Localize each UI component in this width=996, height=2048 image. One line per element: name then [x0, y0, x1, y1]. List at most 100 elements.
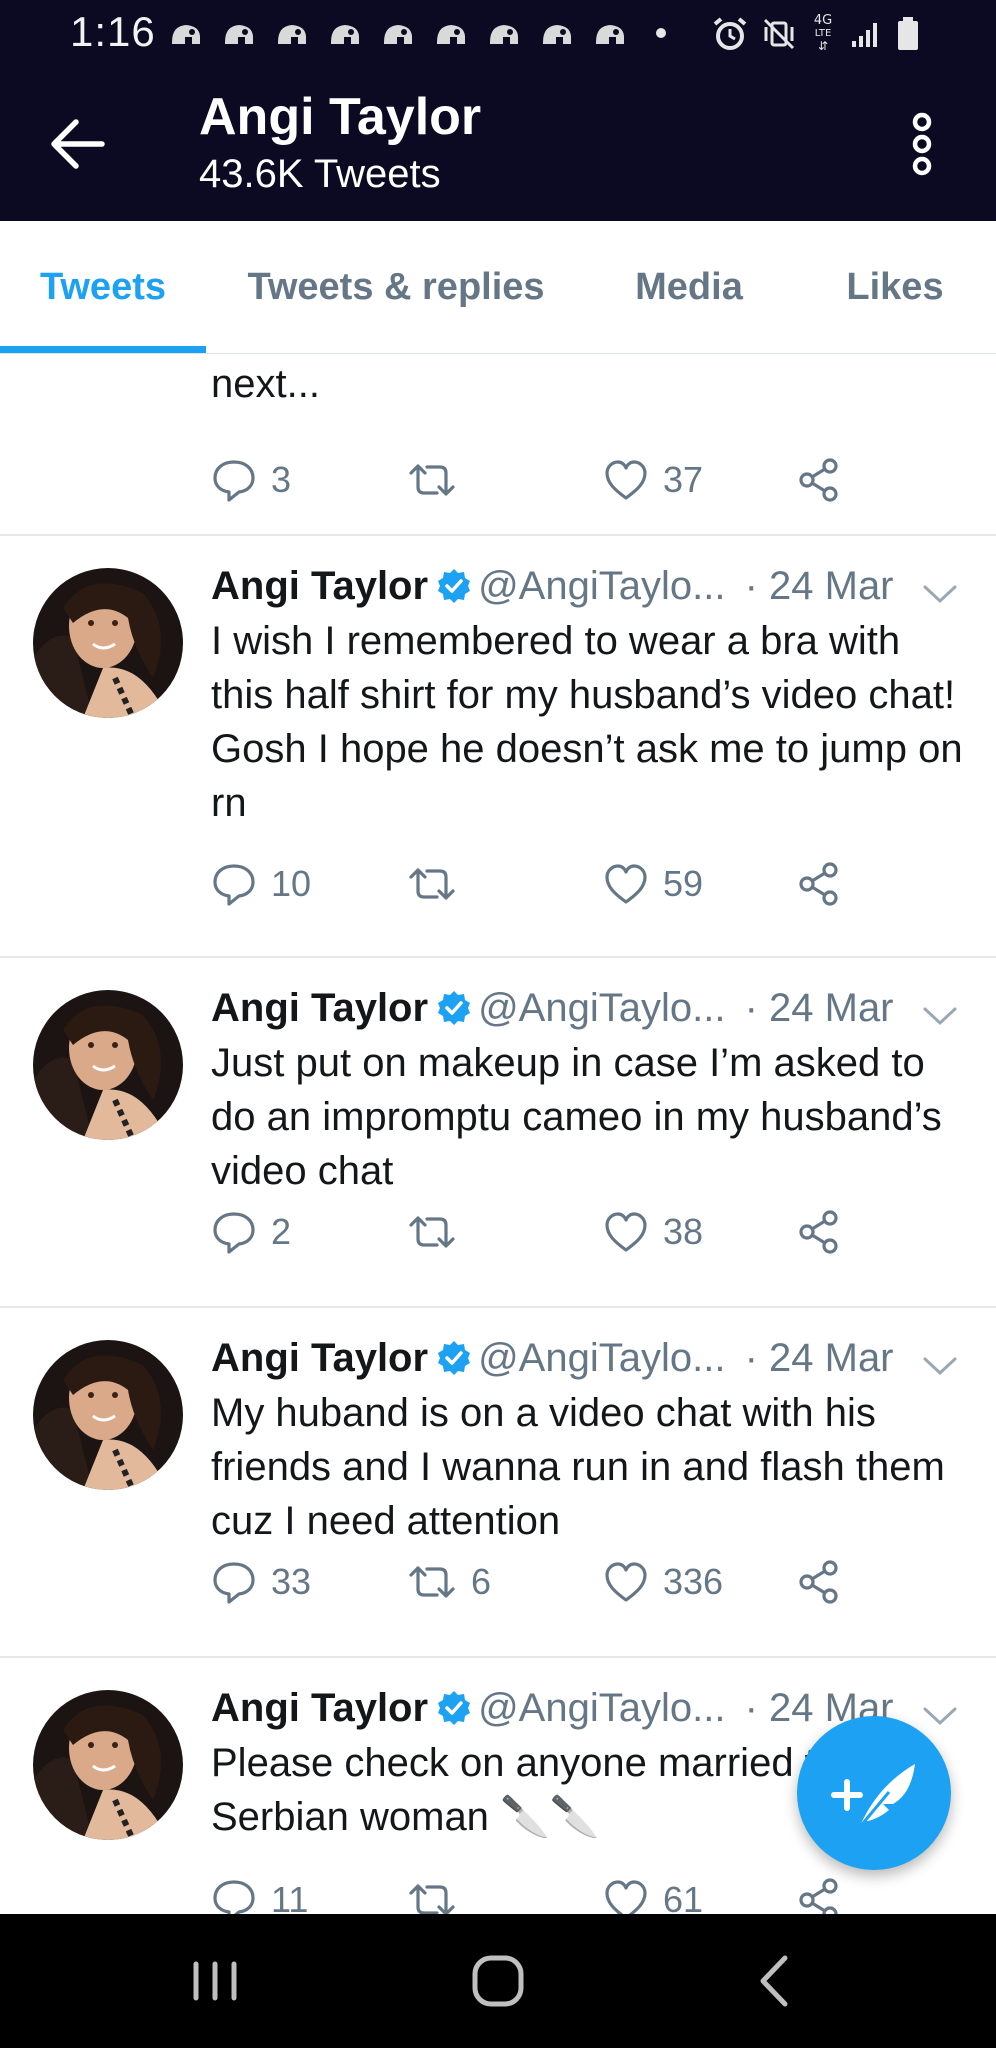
retweet-icon [409, 1216, 455, 1248]
chevron-down-icon[interactable] [921, 582, 959, 606]
app-notification-icon [543, 25, 571, 44]
like-button[interactable]: 38 [603, 1204, 703, 1260]
app-notification-icon [437, 25, 465, 44]
share-button[interactable] [797, 452, 843, 508]
retweet-icon [409, 868, 455, 900]
tweet-count: 43.6K Tweets [199, 152, 441, 196]
tweet-date[interactable]: · 24 Mar [745, 1336, 894, 1380]
active-tab-indicator [0, 346, 206, 353]
share-icon [799, 458, 838, 502]
retweet-button[interactable] [407, 452, 471, 508]
author-name[interactable]: Angi Taylor [211, 986, 428, 1030]
share-icon [799, 862, 838, 906]
mute-vibrate-icon [763, 18, 795, 50]
share-button[interactable] [797, 1204, 843, 1260]
compose-tweet-icon [831, 1764, 915, 1829]
retweet-button[interactable]: 6 [407, 1554, 491, 1610]
author-name[interactable]: Angi Taylor [211, 564, 428, 608]
tab-tweets[interactable]: Tweets [0, 221, 206, 353]
back-button[interactable] [46, 114, 110, 174]
like-count: 59 [663, 863, 704, 904]
chevron-down-icon[interactable] [921, 1354, 959, 1378]
reply-button[interactable]: 10 [211, 856, 311, 912]
tab-likes[interactable]: Likes [806, 221, 984, 353]
share-icon [799, 1560, 838, 1604]
heart-icon [605, 1880, 647, 1914]
app-notification-icon [490, 25, 518, 44]
reply-icon [213, 864, 255, 906]
more-options-button[interactable] [902, 110, 942, 180]
app-notification-icon [225, 25, 253, 44]
profile-name: Angi Taylor [199, 88, 482, 146]
more-notifications-dot [656, 28, 666, 38]
app-notification-icon [331, 25, 359, 44]
heart-icon [605, 1212, 647, 1252]
retweet-button[interactable] [407, 856, 471, 912]
tweet-header: Angi Taylor @AngiTaylo... · 24 Mar [211, 1331, 894, 1385]
recent-apps-icon[interactable] [170, 1914, 260, 2048]
chevron-down-icon[interactable] [921, 1004, 959, 1028]
retweet-icon [409, 1884, 455, 1914]
like-button[interactable]: 336 [603, 1554, 723, 1610]
share-button[interactable] [797, 856, 843, 912]
tweet-header: Angi Taylor @AngiTaylo... · 24 Mar [211, 1681, 894, 1735]
compose-tweet-button[interactable] [797, 1716, 951, 1870]
tweet-date[interactable]: · 24 Mar [745, 564, 894, 608]
tweet-card[interactable]: Angi Taylor @AngiTaylo... · 24 Mar My hub… [0, 1308, 996, 1658]
avatar[interactable] [33, 1340, 183, 1490]
share-button[interactable] [797, 1554, 843, 1610]
system-icons: 4G LTE ⇵ [712, 14, 934, 54]
verified-badge-icon [438, 991, 471, 1025]
author-handle[interactable]: @AngiTaylo... [478, 986, 725, 1030]
share-icon [799, 1878, 838, 1914]
avatar[interactable] [33, 568, 183, 718]
reply-count: 2 [271, 1211, 292, 1252]
reply-count: 3 [271, 459, 292, 500]
reply-button[interactable]: 33 [211, 1554, 311, 1610]
app-header: 1:16 4G LTE ⇵ Angi Taylor 43.6K Tweets [0, 0, 996, 221]
verified-badge-icon [438, 1341, 471, 1375]
author-handle[interactable]: @AngiTaylo... [478, 564, 725, 608]
reply-button[interactable]: 2 [211, 1204, 291, 1260]
author-name[interactable]: Angi Taylor [211, 1336, 428, 1380]
status-time: 1:16 [70, 8, 156, 55]
like-count: 37 [663, 459, 704, 500]
signal-icon [852, 23, 877, 47]
like-button[interactable]: 61 [603, 1872, 703, 1914]
tweet-text: Just put on makeup in case I’m asked to … [211, 1041, 942, 1193]
author-name[interactable]: Angi Taylor [211, 1686, 428, 1730]
profile-tabs: Tweets Tweets & replies Media Likes [0, 221, 996, 354]
retweet-button[interactable] [407, 1872, 471, 1914]
tab-tweets-and-replies[interactable]: Tweets & replies [220, 221, 572, 353]
reply-button[interactable]: 11 [211, 1872, 308, 1914]
back-icon[interactable] [730, 1914, 820, 2048]
retweet-button[interactable] [407, 1204, 471, 1260]
tab-media[interactable]: Media [600, 221, 778, 353]
share-button[interactable] [797, 1872, 843, 1914]
app-notification-icon [278, 25, 306, 44]
notification-icons [168, 20, 645, 50]
system-navigation-bar [0, 1914, 996, 2048]
avatar[interactable] [33, 990, 183, 1140]
tweet-card[interactable]: Angi Taylor @AngiTaylo... · 24 Mar Just p… [0, 958, 996, 1308]
retweet-icon [409, 464, 455, 496]
like-count: 38 [663, 1211, 704, 1252]
avatar[interactable] [33, 1690, 183, 1840]
app-notification-icon [596, 25, 624, 44]
tweet-date[interactable]: · 24 Mar [745, 986, 894, 1030]
reply-icon [213, 460, 255, 502]
tweet-card[interactable]: next... 3 37 [0, 354, 996, 536]
reply-button[interactable]: 3 [211, 452, 291, 508]
tweet-header: Angi Taylor @AngiTaylo... · 24 Mar [211, 981, 894, 1035]
author-handle[interactable]: @AngiTaylo... [478, 1686, 725, 1730]
tweet-card[interactable]: Angi Taylor @AngiTaylo... · 24 Mar I wish… [0, 536, 996, 958]
home-icon[interactable] [450, 1914, 546, 2048]
like-button[interactable]: 59 [603, 856, 703, 912]
author-handle[interactable]: @AngiTaylo... [478, 1336, 725, 1380]
like-button[interactable]: 37 [603, 452, 703, 508]
heart-icon [605, 460, 647, 500]
retweet-icon [409, 1566, 455, 1598]
tweet-feed[interactable]: next... 3 37 Angi Taylor @AngiTaylo... ·… [0, 354, 996, 1914]
tweet-text: My huband is on a video chat with his fr… [211, 1391, 945, 1543]
like-count: 336 [663, 1561, 724, 1602]
